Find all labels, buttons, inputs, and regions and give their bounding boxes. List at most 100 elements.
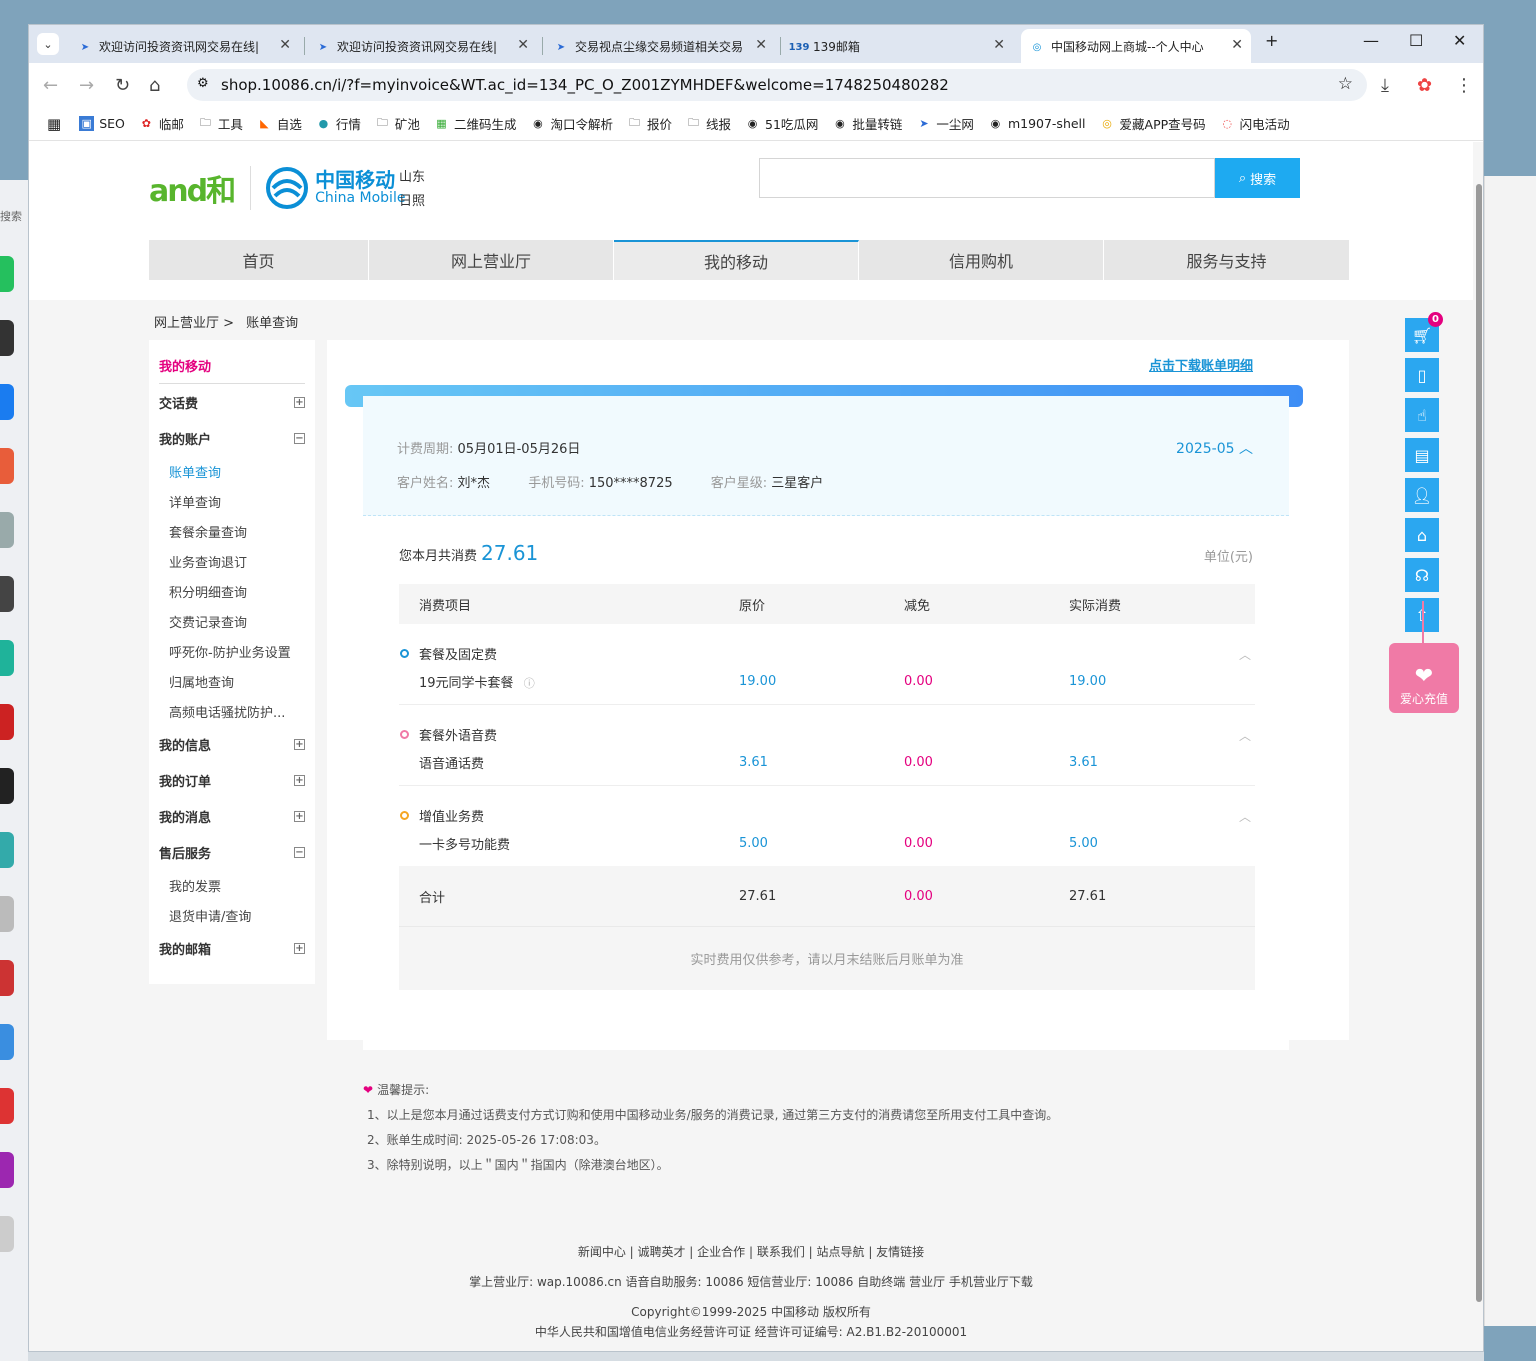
sidebar-section-info[interactable]: 我的信息 + <box>159 726 305 762</box>
expand-icon[interactable]: + <box>294 774 305 786</box>
month-selector[interactable]: 2025-05 ︿ <box>1176 438 1253 458</box>
menu-icon[interactable]: ⋮ <box>1455 75 1473 96</box>
sidebar-item-returns[interactable]: 退货申请/查询 <box>159 900 305 930</box>
footer-links[interactable]: 新闻中心 | 诚聘英才 | 企业合作 | 联系我们 | 站点导航 | 友情链接 <box>29 1242 1473 1262</box>
sidebar-section-aftersales[interactable]: 售后服务 − <box>159 834 305 870</box>
bookmark-51chigua[interactable]: ◉ 51吃瓜网 <box>745 114 819 133</box>
tab-4[interactable]: 139 139邮箱 ✕ <box>783 29 1013 63</box>
chevron-up-icon[interactable]: ︿ <box>1239 727 1251 744</box>
close-tab-icon[interactable]: ✕ <box>1231 37 1243 53</box>
bookmark-qrcode[interactable]: ▦ 二维码生成 <box>434 114 516 133</box>
bookmark-taokouling[interactable]: ◉ 淘口令解析 <box>530 114 613 133</box>
search-button[interactable]: ⌕ 搜索 <box>1215 158 1300 198</box>
site-info-icon[interactable]: ⚙ <box>197 76 209 91</box>
phone-button[interactable]: ▯ <box>1405 358 1439 392</box>
sidebar-section-mailbox[interactable]: 我的邮箱 + <box>159 930 305 966</box>
new-tab-icon[interactable]: + <box>1265 31 1278 50</box>
search-input[interactable] <box>759 158 1215 198</box>
download-bill-link[interactable]: 点击下载账单明细 <box>1149 355 1253 374</box>
expand-icon[interactable]: + <box>294 738 305 750</box>
china-mobile-emblem-icon <box>266 167 309 209</box>
apps-icon[interactable]: ▦ <box>47 115 61 133</box>
help-icon[interactable]: ⓘ <box>524 677 535 690</box>
chevron-up-icon[interactable]: ︿ <box>1239 808 1251 825</box>
bookmark-kuangchi[interactable]: 🗀 矿池 <box>375 114 420 133</box>
bookmark-piliang[interactable]: ◉ 批量转链 <box>832 114 902 133</box>
minimize-icon[interactable]: — <box>1363 31 1379 50</box>
bookmark-yichen[interactable]: ➤ 一尘网 <box>916 114 974 133</box>
bookmark-seo[interactable]: ▣ SEO <box>79 116 125 131</box>
maximize-icon[interactable]: ☐ <box>1409 31 1423 50</box>
chevron-up-icon[interactable]: ︿ <box>1239 646 1251 663</box>
bookmark-baojia[interactable]: 🗀 报价 <box>627 114 672 133</box>
nav-home[interactable]: 首页 <box>149 240 369 280</box>
breadcrumb-parent[interactable]: 网上营业厅 > <box>154 316 234 331</box>
page-scrollbar[interactable] <box>1473 142 1483 1351</box>
bookmark-hangqing[interactable]: ● 行情 <box>316 114 361 133</box>
expand-icon[interactable]: + <box>294 942 305 954</box>
home-icon[interactable]: ⌂ <box>149 75 160 96</box>
cart-button[interactable]: 🛒︎ 0 <box>1405 312 1443 352</box>
sidebar-item-protection[interactable]: 呼死你-防护业务设置 <box>159 636 305 666</box>
tab-search-icon[interactable]: ⌄ <box>37 33 59 55</box>
sidebar-item-detail[interactable]: 详单查询 <box>159 486 305 516</box>
tab-3[interactable]: ➤ 交易视点尘缘交易频道相关交易 ✕ <box>545 29 775 63</box>
sidebar-section-account[interactable]: 我的账户 − <box>159 420 305 456</box>
expand-icon[interactable]: + <box>294 810 305 822</box>
tab-2[interactable]: ➤ 欢迎访问投资资讯网交易在线| ✕ <box>307 29 537 63</box>
back-icon[interactable]: ← <box>43 75 58 96</box>
cart-icon: 🛒︎ <box>1411 325 1433 345</box>
bookmark-xianbao[interactable]: 🗀 线报 <box>686 114 731 133</box>
user-button[interactable]: 👤︎ <box>1405 478 1439 512</box>
tab-1[interactable]: ➤ 欢迎访问投资资讯网交易在线| ✕ <box>69 29 299 63</box>
bookmark-m1907[interactable]: ◉ m1907-shell <box>988 116 1086 131</box>
sidebar-item-harassment[interactable]: 高频电话骚扰防护... <box>159 696 305 726</box>
close-tab-icon[interactable]: ✕ <box>755 37 767 53</box>
close-tab-icon[interactable]: ✕ <box>279 37 291 53</box>
collapse-icon[interactable]: − <box>294 432 305 444</box>
home-button[interactable]: ⌂ <box>1405 518 1439 552</box>
sidebar-item-location[interactable]: 归属地查询 <box>159 666 305 696</box>
sidebar-title[interactable]: 我的移动 <box>159 348 305 384</box>
bookmark-zixuan[interactable]: ◣ 自选 <box>257 114 302 133</box>
sidebar-item-business[interactable]: 业务查询退订 <box>159 546 305 576</box>
touch-button[interactable]: ☝ <box>1405 398 1439 432</box>
download-icon[interactable]: ⤓ <box>1381 75 1389 96</box>
collapse-icon[interactable]: − <box>294 846 305 858</box>
sidebar-item-points[interactable]: 积分明细查询 <box>159 576 305 606</box>
sidebar-section-messages[interactable]: 我的消息 + <box>159 798 305 834</box>
bookmark-linyou[interactable]: ✿ 临邮 <box>139 114 184 133</box>
sidebar-item-bill[interactable]: 账单查询 <box>159 456 305 486</box>
reload-icon[interactable]: ↻ <box>115 75 130 96</box>
nav-service[interactable]: 服务与支持 <box>1104 240 1349 280</box>
group-header[interactable]: 增值业务费 ︿ <box>399 802 1255 828</box>
sidebar-item-invoice[interactable]: 我的发票 <box>159 870 305 900</box>
extension-icon[interactable]: ✿ <box>1417 75 1432 96</box>
region-selector[interactable]: 山东 日照 <box>399 166 425 214</box>
close-tab-icon[interactable]: ✕ <box>517 37 529 53</box>
charity-recharge-button[interactable]: ❤ 爱心充值 <box>1389 643 1459 713</box>
bookmark-shandian[interactable]: ◌ 闪电活动 <box>1220 114 1289 133</box>
group-header[interactable]: 套餐及固定费 ︿ <box>399 640 1255 666</box>
address-bar[interactable]: ⚙ shop.10086.cn/i/?f=myinvoice&WT.ac_id=… <box>187 69 1367 101</box>
nav-online-hall[interactable]: 网上营业厅 <box>369 240 614 280</box>
sidebar-item-payments[interactable]: 交费记录查询 <box>159 606 305 636</box>
nav-credit-phone[interactable]: 信用购机 <box>859 240 1104 280</box>
bookmark-tools[interactable]: 🗀 工具 <box>198 114 243 133</box>
sidebar-section-orders[interactable]: 我的订单 + <box>159 762 305 798</box>
expand-icon[interactable]: + <box>294 396 305 408</box>
close-tab-icon[interactable]: ✕ <box>993 37 1005 53</box>
close-window-icon[interactable]: ✕ <box>1453 31 1466 50</box>
service-button[interactable]: ☊ <box>1405 558 1439 592</box>
bookmark-aicang[interactable]: ◎ 爱藏APP查号码 <box>1100 114 1205 133</box>
sidebar-section-recharge[interactable]: 交话费 + <box>159 384 305 420</box>
forward-icon[interactable]: → <box>79 75 94 96</box>
sidebar-item-balance[interactable]: 套餐余量查询 <box>159 516 305 546</box>
site-logo[interactable]: and和 中国移动 China Mobile <box>149 166 405 210</box>
simcard-button[interactable]: ▤ <box>1405 438 1439 472</box>
nav-my-mobile[interactable]: 我的移动 <box>614 240 859 280</box>
group-header[interactable]: 套餐外语音费 ︿ <box>399 721 1255 747</box>
bookmark-star-icon[interactable]: ☆ <box>1338 74 1353 94</box>
tab-5-active[interactable]: ◎ 中国移动网上商城--个人中心 ✕ <box>1021 29 1251 63</box>
scrollbar-thumb[interactable] <box>1476 184 1482 1302</box>
